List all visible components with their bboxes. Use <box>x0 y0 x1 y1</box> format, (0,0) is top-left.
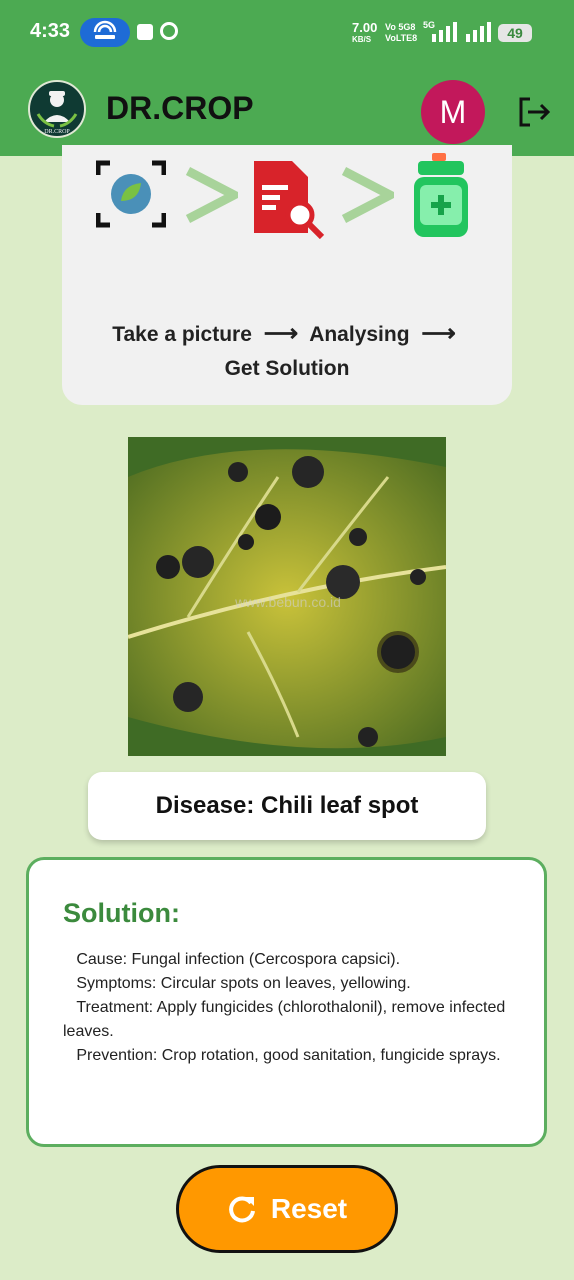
medicine-bottle-icon <box>414 153 468 237</box>
arrow-right-icon: ⟶ <box>263 320 299 347</box>
solution-text: Cause: Fungal infection (Cercospora caps… <box>63 951 506 1064</box>
status-bar: 4:33 7.00 KB/S Vo 5G8 VoLTE8 5G 49 <box>0 0 574 66</box>
app-bar: DR.CROP DR.CROP M <box>0 66 574 156</box>
svg-text:DR.CROP: DR.CROP <box>44 129 70 135</box>
signal-icon <box>432 22 457 42</box>
signal-icon-2 <box>466 22 491 42</box>
scan-leaf-icon <box>96 160 166 228</box>
battery-icon: 49 <box>498 24 532 42</box>
chevron-right-icon-2 <box>341 167 394 223</box>
hotspot-icon <box>80 18 130 47</box>
logout-icon[interactable] <box>516 94 552 130</box>
steps-card: Take a picture ⟶ Analysing ⟶ Get Solutio… <box>62 145 512 405</box>
app-title: DR.CROP <box>106 90 254 126</box>
android-icon <box>137 24 153 40</box>
document-search-icon <box>254 161 325 239</box>
step-take-picture: Take a picture <box>112 323 252 346</box>
step-get-solution: Get Solution <box>224 357 350 380</box>
steps-description: Take a picture ⟶ Analysing ⟶ Get Solutio… <box>92 317 482 386</box>
solution-card: Solution: Cause: Fungal infection (Cerco… <box>26 857 547 1147</box>
disease-result: Disease: Chili leaf spot <box>88 772 486 840</box>
svg-text:www.bebun.co.id: www.bebun.co.id <box>234 594 341 610</box>
sync-icon <box>160 22 178 40</box>
step-analysing: Analysing <box>309 323 410 346</box>
user-avatar[interactable]: M <box>421 80 485 144</box>
network-speed: 7.00 KB/S <box>352 20 378 44</box>
clock: 4:33 <box>30 20 71 42</box>
volte-indicator: Vo 5G8 VoLTE8 <box>385 22 418 43</box>
solution-title: Solution: <box>63 898 180 928</box>
leaf-photo: www.bebun.co.id <box>128 437 446 756</box>
chevron-right-icon <box>185 167 238 223</box>
arrow-right-icon-2: ⟶ <box>421 320 456 347</box>
refresh-icon <box>228 1196 255 1223</box>
app-logo: DR.CROP <box>28 80 86 138</box>
reset-button[interactable]: Reset <box>176 1165 398 1253</box>
reset-label: Reset <box>270 1193 348 1224</box>
